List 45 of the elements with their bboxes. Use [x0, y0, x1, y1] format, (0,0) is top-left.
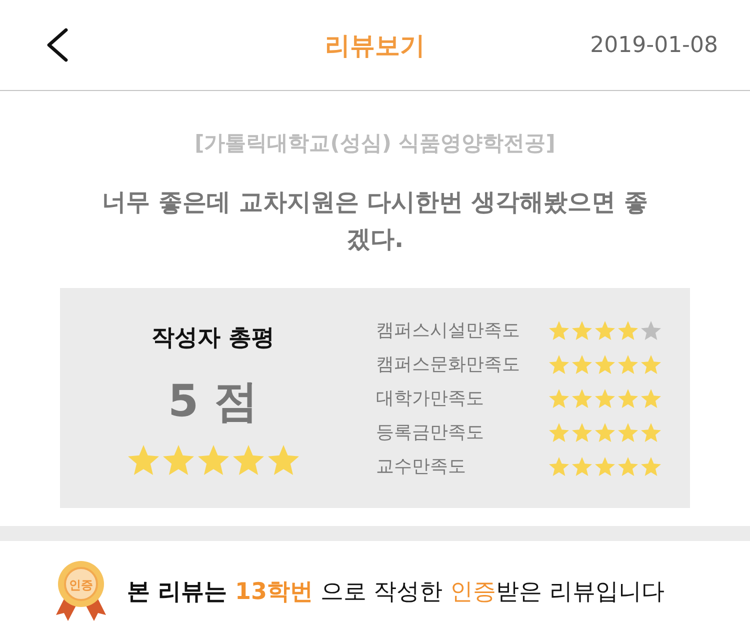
star-icon: [572, 388, 592, 408]
star-icon: [618, 422, 638, 442]
star-icon: [618, 456, 638, 476]
star-icon: [268, 444, 298, 474]
star-icon: [572, 354, 592, 374]
review-date: 2019-01-08: [590, 32, 718, 58]
certification-notice: 본 리뷰는 13학번 으로 작성한 인증받은 리뷰입니다: [127, 578, 664, 606]
rating-label: 대학가만족도: [376, 387, 485, 410]
star-icon: [595, 388, 615, 408]
summary-title: 작성자 총평: [151, 324, 274, 352]
star-icon: [232, 444, 264, 474]
rating-label: 교수만족도: [376, 455, 467, 478]
star-icon: [549, 422, 569, 442]
star-icon: [595, 320, 615, 340]
back-icon[interactable]: [44, 27, 70, 63]
review-headline: 너무 좋은데 교차지원은 다시한번 생각해봤으면 좋겠다.: [101, 187, 649, 255]
star-icon: [572, 422, 592, 442]
star-icon: [198, 444, 228, 474]
star-icon: [641, 388, 661, 408]
star-icon: [618, 388, 638, 408]
star-icon: [595, 354, 615, 374]
star-icon: [549, 456, 569, 476]
star-icon: [572, 320, 592, 340]
rating-label: 등록금만족도: [376, 421, 485, 444]
overall-score: 5 점: [168, 374, 258, 428]
star-icon: [641, 320, 661, 340]
school-major: [가톨릭대학교(성심) 식품영양학전공]: [194, 130, 556, 157]
medal-icon: [55, 561, 107, 621]
rating-label: 캠퍼스문화만족도: [376, 353, 521, 376]
badge-label: 인증: [69, 578, 93, 592]
star-icon: [549, 354, 569, 374]
star-icon: [641, 422, 661, 442]
star-icon: [641, 456, 661, 476]
star-icon: [618, 354, 638, 374]
star-icon: [595, 456, 615, 476]
star-icon: [162, 444, 194, 474]
star-icon: [549, 388, 569, 408]
star-icon: [618, 320, 638, 340]
rating-label: 캠퍼스시설만족도: [376, 319, 521, 342]
star-icon: [549, 320, 569, 340]
star-icon: [595, 422, 615, 442]
star-icon: [572, 456, 592, 476]
star-icon: [641, 354, 661, 374]
star-icon: [128, 444, 158, 474]
page-title: 리뷰보기: [325, 30, 425, 62]
